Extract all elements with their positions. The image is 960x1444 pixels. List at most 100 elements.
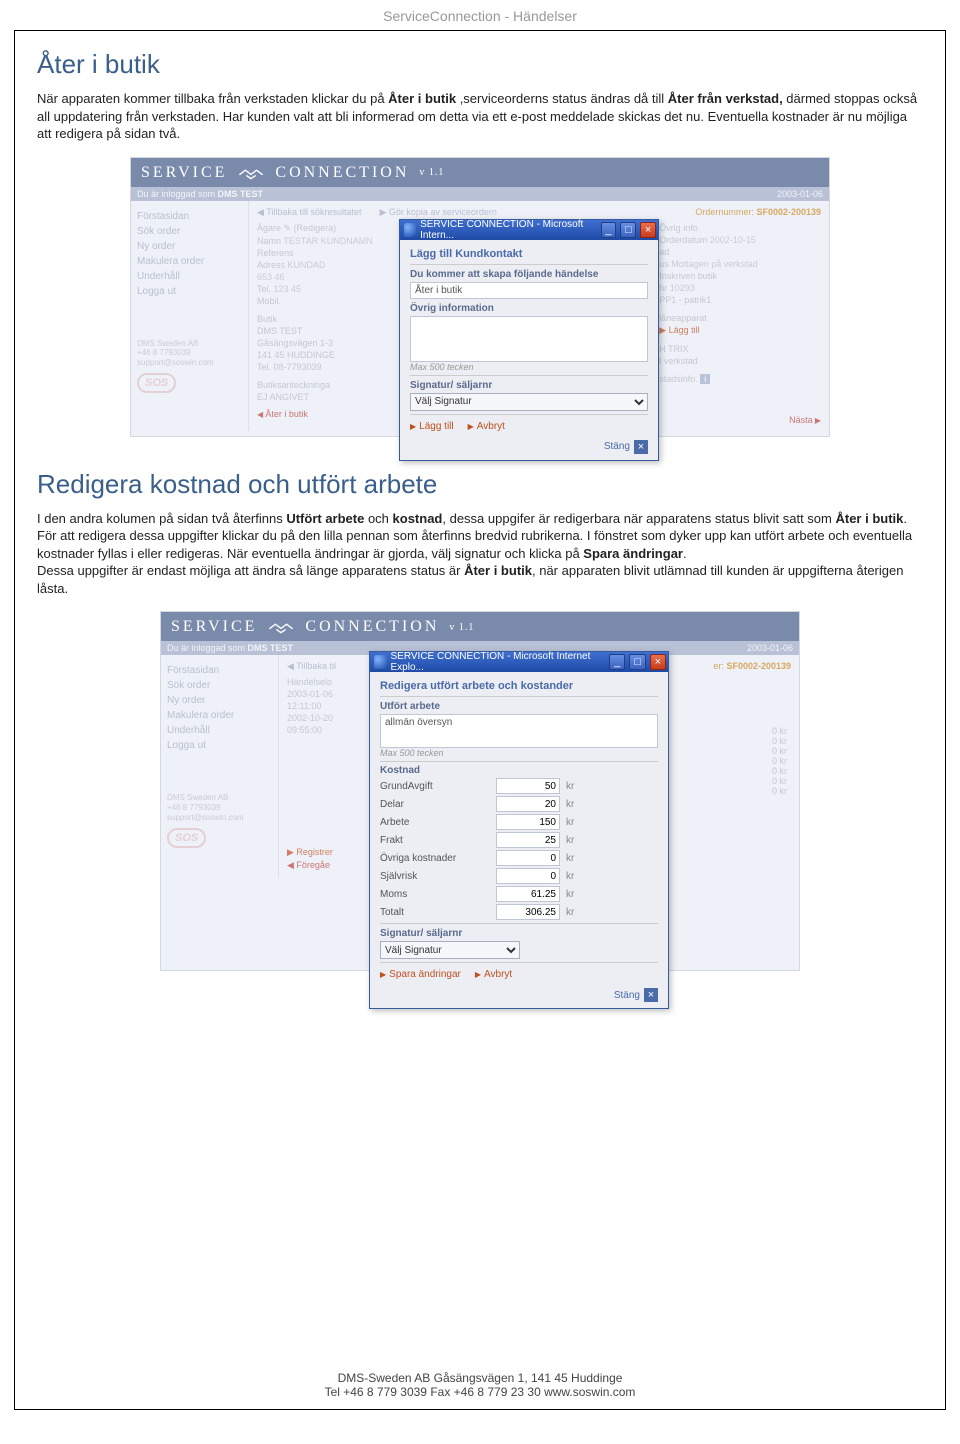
app-mock-1: SERVICE CONNECTION v 1.1 Du är inloggad … xyxy=(130,157,830,437)
footer-line: DMS-Sweden AB Gåsängsvägen 1, 141 45 Hud… xyxy=(15,1371,945,1385)
sig-label: Signatur/ säljarnr xyxy=(410,380,648,391)
text-bold: Spara ändringar xyxy=(583,546,683,561)
maximize-button[interactable]: □ xyxy=(629,654,645,670)
back-link[interactable]: ◀ Tillbaka til xyxy=(287,661,336,672)
page-frame: Åter i butik När apparaten kommer tillba… xyxy=(14,30,946,1410)
col-info: Övrig info Orderdatum 2002-10-15 ad us M… xyxy=(659,222,821,425)
close-label: Stäng xyxy=(614,990,640,1001)
content: ◀ Tillbaka til er: SF0002-200139 Händels… xyxy=(279,655,799,878)
footer-line: Tel +46 8 779 3039 Fax +46 8 779 23 30 w… xyxy=(15,1385,945,1399)
cost-input[interactable] xyxy=(496,814,560,830)
sidebar-item[interactable]: Ny order xyxy=(167,693,272,708)
cost-label: Övriga kostnader xyxy=(380,853,490,864)
close-icon[interactable]: × xyxy=(634,440,648,454)
cost-label: GrundAvgift xyxy=(380,781,490,792)
extra-label: Övrig information xyxy=(410,303,648,314)
cancel-button[interactable]: Avbryt xyxy=(468,421,505,432)
sidebar-item[interactable]: Underhåll xyxy=(137,269,242,284)
sidebar-item[interactable]: Underhåll xyxy=(167,723,272,738)
cost-input[interactable] xyxy=(496,778,560,794)
popup-body: Lägg till Kundkontakt Du kommer att skap… xyxy=(400,240,658,460)
cancel-button[interactable]: Avbryt xyxy=(475,969,512,980)
text: , dessa uppgifer är redigerbara när appa… xyxy=(442,511,835,526)
section2-body: I den andra kolumen på sidan två återfin… xyxy=(37,510,923,598)
section1-body: När apparaten kommer tillbaka från verks… xyxy=(37,90,923,143)
titlebar[interactable]: SERVICE CONNECTION - Microsoft Internet … xyxy=(370,652,668,672)
sidebar-item[interactable]: Makulera order xyxy=(137,254,242,269)
text-bold: Åter i butik xyxy=(464,563,532,578)
content: ◀ Tillbaka till sökresultatet ▶ Gör kopi… xyxy=(249,201,829,431)
text: . xyxy=(683,546,687,561)
cost-input[interactable] xyxy=(496,850,560,866)
extra-textarea[interactable] xyxy=(410,316,648,362)
cost-input[interactable] xyxy=(496,796,560,812)
cost-grid: Kostnad GrundAvgiftkr Delarkr Arbetekr F… xyxy=(380,765,658,920)
signature-select[interactable]: Välj Signatur xyxy=(410,393,648,411)
cost-input[interactable] xyxy=(496,904,560,920)
text: När apparaten kommer tillbaka från verks… xyxy=(37,91,388,106)
sidebar-item[interactable]: Ny order xyxy=(137,239,242,254)
app-body: Förstasidan Sök order Ny order Makulera … xyxy=(131,201,829,431)
vendor-line: support@soswin.com xyxy=(137,358,242,368)
login-user: DMS TEST xyxy=(218,189,264,199)
sidebar-item[interactable]: Logga ut xyxy=(167,738,272,753)
cost-head: Kostnad xyxy=(380,765,490,776)
cost-label: Frakt xyxy=(380,835,490,846)
minimize-button[interactable]: _ xyxy=(609,654,625,670)
cost-label: Självrisk xyxy=(380,871,490,882)
sos-logo: SOS xyxy=(167,828,206,848)
popup-head: Redigera utfört arbete och kostander xyxy=(380,680,658,692)
add-button[interactable]: Lägg till xyxy=(410,421,454,432)
app-mock-2: SERVICE CONNECTION v 1.1 Du är inloggad … xyxy=(160,611,800,971)
text: I den andra kolumen på sidan två återfin… xyxy=(37,511,286,526)
text: Tillbaka till sökresultatet xyxy=(266,207,361,217)
page-header: ServiceConnection - Händelser xyxy=(0,0,960,30)
cost-input[interactable] xyxy=(496,868,560,884)
brandbar: SERVICE CONNECTION v 1.1 xyxy=(131,158,829,187)
next-link[interactable]: Nästa xyxy=(789,415,821,425)
popup-title: SERVICE CONNECTION - Microsoft Internet … xyxy=(391,651,602,673)
section2-title: Redigera kostnad och utfört arbete xyxy=(37,469,923,500)
back-link[interactable]: ◀ Tillbaka till sökresultatet xyxy=(257,207,361,218)
minimize-button[interactable]: _ xyxy=(601,222,617,238)
sidebar-item[interactable]: Sök order xyxy=(137,224,242,239)
maximize-button[interactable]: □ xyxy=(620,222,636,238)
handshake-icon xyxy=(267,618,295,636)
close-label: Stäng xyxy=(604,441,630,452)
sig-label: Signatur/ säljarnr xyxy=(380,928,658,939)
text-bold: Åter från verkstad, xyxy=(668,91,783,106)
text-bold: Utfört arbete xyxy=(286,511,364,526)
text-bold: Åter i butik xyxy=(388,91,456,106)
sidebar-item[interactable]: Logga ut xyxy=(137,284,242,299)
login-strip: Du är inloggad som DMS TEST 2003-01-06 xyxy=(131,187,829,201)
ater-i-butik-link[interactable]: Åter i butik xyxy=(257,409,308,419)
sidebar-item[interactable]: Sök order xyxy=(167,678,272,693)
close-button[interactable]: × xyxy=(650,654,666,670)
vendor-info: DMS Sweden AB +46 8 7793039 support@sosw… xyxy=(167,793,272,822)
order-number: Ordernummer: SF0002-200139 xyxy=(695,207,821,218)
work-label: Utfört arbete xyxy=(380,701,658,712)
signature-select[interactable]: Välj Signatur xyxy=(380,941,520,959)
cost-input[interactable] xyxy=(496,886,560,902)
copy-link[interactable]: ▶ Gör kopia av serviceordern xyxy=(379,207,496,218)
sidebar-item[interactable]: Förstasidan xyxy=(137,209,242,224)
text: Gör kopia av serviceordern xyxy=(389,207,497,217)
popup-head: Lägg till Kundkontakt xyxy=(410,248,648,260)
cost-label: Moms xyxy=(380,889,490,900)
cost-label: Arbete xyxy=(380,817,490,828)
brand-a: SERVICE xyxy=(171,618,257,636)
save-button[interactable]: Spara ändringar xyxy=(380,969,461,980)
ie-icon xyxy=(374,655,387,669)
sidebar-item[interactable]: Makulera order xyxy=(167,708,272,723)
close-button[interactable]: × xyxy=(640,222,656,238)
sidebar-item[interactable]: Förstasidan xyxy=(167,663,272,678)
text: Dessa uppgifter är endast möjliga att än… xyxy=(37,563,464,578)
vendor-line: DMS Sweden AB xyxy=(137,339,242,349)
login-prefix: Du är inloggad som xyxy=(137,189,218,199)
close-icon[interactable]: × xyxy=(644,988,658,1002)
cost-input[interactable] xyxy=(496,832,560,848)
work-textarea[interactable]: allmän översyn xyxy=(380,714,658,748)
cost-label: Delar xyxy=(380,799,490,810)
zeros-column: 0 kr 0 kr 0 kr 0 kr 0 kr 0 kr 0 kr xyxy=(772,676,791,872)
titlebar[interactable]: SERVICE CONNECTION - Microsoft Intern...… xyxy=(400,220,658,240)
